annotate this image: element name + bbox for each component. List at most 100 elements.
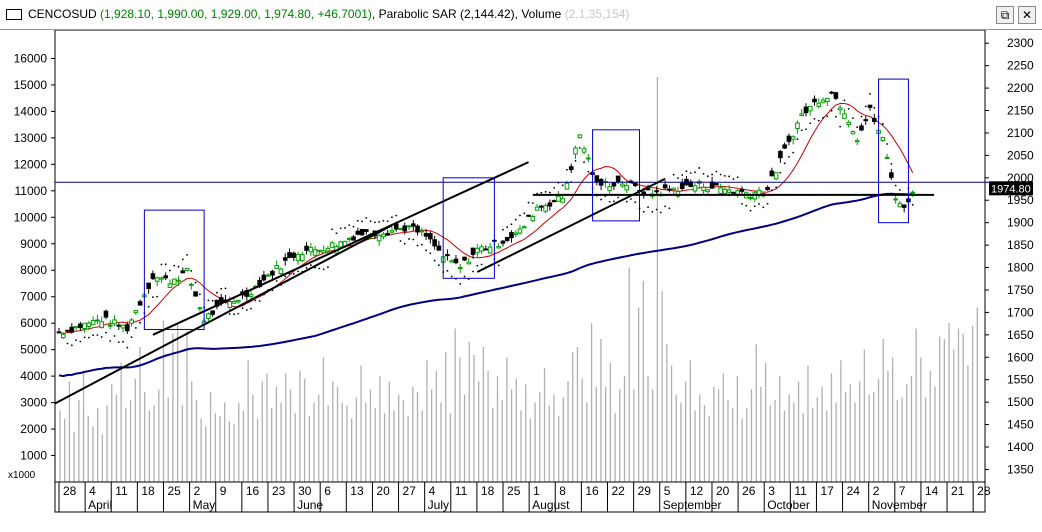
sar-dot (834, 115, 837, 118)
zoom-in-icon[interactable] (1005, 512, 1016, 530)
sar-dot (869, 92, 871, 95)
day-tick-label: 8 (559, 484, 566, 498)
candle-body (714, 183, 719, 186)
price-tick-label: 1450 (1007, 418, 1034, 432)
sar-dot (553, 186, 556, 189)
candle-body (376, 234, 382, 242)
sar-dot (728, 175, 731, 178)
candle-body (803, 106, 809, 114)
sar-dot (228, 313, 231, 315)
sar-dot (510, 223, 513, 226)
candle-body (133, 310, 139, 314)
sar-dot (694, 171, 696, 174)
sar-dot (668, 207, 671, 210)
candle-body (820, 99, 826, 103)
sar-dot (574, 159, 577, 162)
candle-body (496, 246, 501, 249)
sar-dot (881, 123, 884, 125)
candle-body (406, 225, 412, 228)
candle-body (509, 232, 514, 239)
sar-dot (429, 252, 432, 255)
sar-dot (548, 191, 551, 194)
sar-dot (497, 264, 500, 267)
sar-dot (250, 307, 252, 310)
sar-dot (706, 175, 709, 178)
price-chart[interactable]: 1600015000140001300012000110001000090008… (0, 30, 1042, 532)
scroll-right-icon[interactable] (953, 512, 964, 530)
candle-body (56, 331, 62, 334)
sar-dot (220, 287, 223, 290)
candle-body (692, 185, 698, 192)
candle-body (611, 182, 617, 187)
sar-dot (578, 147, 581, 149)
candle-body (146, 282, 151, 290)
sar-dot (83, 336, 86, 339)
sar-dot (519, 214, 521, 217)
sar-dot (847, 107, 850, 110)
close-button[interactable]: ✕ (1018, 6, 1036, 24)
sar-dot (839, 125, 842, 128)
sar-dot (339, 227, 342, 230)
candle-body (321, 250, 326, 254)
price-tick-label: 1350 (1007, 462, 1034, 476)
candle-body (577, 134, 583, 139)
sar-dot (378, 221, 381, 223)
day-tick-label: 11 (794, 484, 807, 498)
candle-body (795, 122, 800, 130)
candle-body (338, 241, 344, 248)
scroll-left-icon[interactable] (940, 512, 951, 530)
zoom-out-icon[interactable] (1018, 512, 1029, 530)
candle-body (897, 202, 903, 208)
candle-body (539, 205, 544, 208)
sar-dot (647, 206, 649, 209)
volume-tick-label: 12000 (14, 157, 48, 171)
sar-dot (775, 186, 778, 189)
candle-body (701, 186, 706, 192)
reset-icon[interactable] (1031, 512, 1042, 530)
candle-body (483, 248, 489, 251)
sar-dot (873, 107, 876, 109)
restore-button[interactable]: ⧉ (996, 6, 1014, 24)
day-tick-label: 2 (873, 484, 880, 498)
day-tick-label: 18 (141, 484, 155, 498)
sar-dot (211, 299, 214, 302)
candle-body (278, 268, 284, 274)
sar-dot (386, 220, 389, 223)
day-tick-label: 18 (481, 484, 495, 498)
candle-body (594, 175, 600, 182)
scroll-up-icon[interactable] (966, 512, 977, 530)
candle-body (359, 228, 365, 236)
day-tick-label: 28 (63, 484, 77, 498)
sar-dot (160, 263, 163, 266)
candle-body (82, 322, 87, 330)
candle-body (69, 326, 75, 333)
candle-body (790, 136, 796, 140)
scroll-down-icon[interactable] (979, 512, 990, 530)
sar-dot (181, 258, 184, 261)
sar-dot (292, 273, 295, 275)
candle-body (248, 294, 254, 297)
chart-area[interactable]: 16000 15000 14000 13000 12000 11000 10000 9000 8… (0, 30, 1042, 532)
sar-dot (190, 269, 193, 272)
sar-dot (194, 281, 197, 284)
day-tick-label: 12 (690, 484, 704, 498)
sar-dot (796, 138, 799, 141)
candle-body (171, 278, 177, 285)
candle-body (163, 275, 169, 279)
sar-dot (395, 214, 398, 217)
sar-dot (233, 313, 235, 316)
candle-body (521, 226, 527, 229)
candle-body (526, 214, 531, 217)
sar-dot (237, 312, 240, 315)
ohlc-label: (1,928.10, 1,990.00, 1,929.00, 1,974.80,… (100, 7, 372, 21)
sar-dot (805, 128, 807, 131)
candle-body (453, 258, 459, 264)
candle-body (556, 195, 561, 202)
month-label: April (88, 498, 112, 512)
sar-dot (425, 249, 427, 252)
candle-body (573, 147, 578, 155)
fit-icon[interactable] (992, 512, 1003, 530)
sar-dot (856, 126, 859, 129)
sar-dot (459, 282, 462, 285)
day-tick-label: 4 (429, 484, 436, 498)
